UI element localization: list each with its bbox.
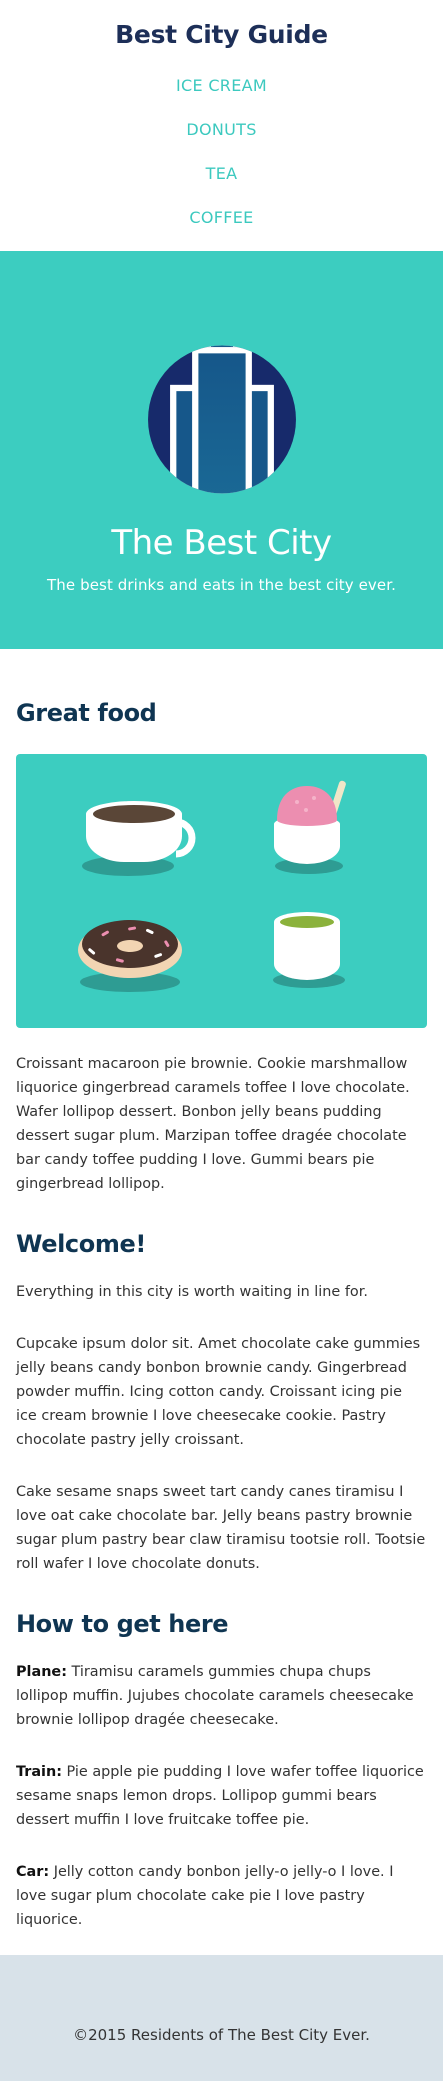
donut-icon [78, 920, 182, 992]
car-label: Car: [16, 1864, 50, 1880]
site-footer: ©2015 Residents of The Best City Ever. [0, 1955, 443, 2081]
site-header: Best City Guide ICE CREAM DONUTS TEA COF… [0, 0, 443, 251]
directions-heading: How to get here [16, 1610, 229, 1638]
main-content: Great food Croissant macaroon pie browni… [0, 699, 443, 1932]
nav-item-donuts[interactable]: DONUTS [0, 108, 443, 152]
welcome-paragraph: Everything in this city is worth waiting… [16, 1284, 368, 1300]
welcome-heading: Welcome! [16, 1230, 146, 1258]
coffee-cup-icon [82, 801, 196, 876]
copyright-text: ©2015 Residents of The Best City Ever. [73, 2026, 370, 2044]
train-label: Train: [16, 1764, 62, 1780]
hero-title: The Best City [111, 523, 332, 563]
hero-subtitle: The best drinks and eats in the best cit… [47, 576, 396, 594]
tea-cup-icon [273, 912, 345, 988]
food-heading: Great food [16, 699, 157, 727]
city-skyline-logo-icon [147, 345, 296, 494]
hero-banner: The Best City The best drinks and eats i… [0, 251, 443, 649]
ice-cream-cup-icon [274, 780, 346, 874]
train-text: Pie apple pie pudding I love wafer toffe… [16, 1764, 424, 1828]
welcome-paragraph: Cake sesame snaps sweet tart candy canes… [16, 1484, 426, 1572]
directions-car: Car: Jelly cotton candy bonbon jelly-o j… [16, 1860, 427, 1932]
food-paragraph: Croissant macaroon pie brownie. Cookie m… [16, 1056, 410, 1192]
plane-text: Tiramisu caramels gummies chupa chups lo… [16, 1664, 414, 1728]
nav-item-tea[interactable]: TEA [0, 152, 443, 196]
plane-label: Plane: [16, 1664, 67, 1680]
nav-item-ice-cream[interactable]: ICE CREAM [0, 64, 443, 108]
car-text: Jelly cotton candy bonbon jelly-o jelly-… [16, 1864, 394, 1928]
nav-item-coffee[interactable]: COFFEE [0, 196, 443, 240]
directions-train: Train: Pie apple pie pudding I love wafe… [16, 1760, 427, 1832]
welcome-paragraph: Cupcake ipsum dolor sit. Amet chocolate … [16, 1336, 421, 1448]
site-title[interactable]: Best City Guide [0, 0, 443, 64]
food-illustration [16, 754, 427, 1028]
main-nav: ICE CREAM DONUTS TEA COFFEE [0, 64, 443, 240]
directions-plane: Plane: Tiramisu caramels gummies chupa c… [16, 1660, 427, 1732]
